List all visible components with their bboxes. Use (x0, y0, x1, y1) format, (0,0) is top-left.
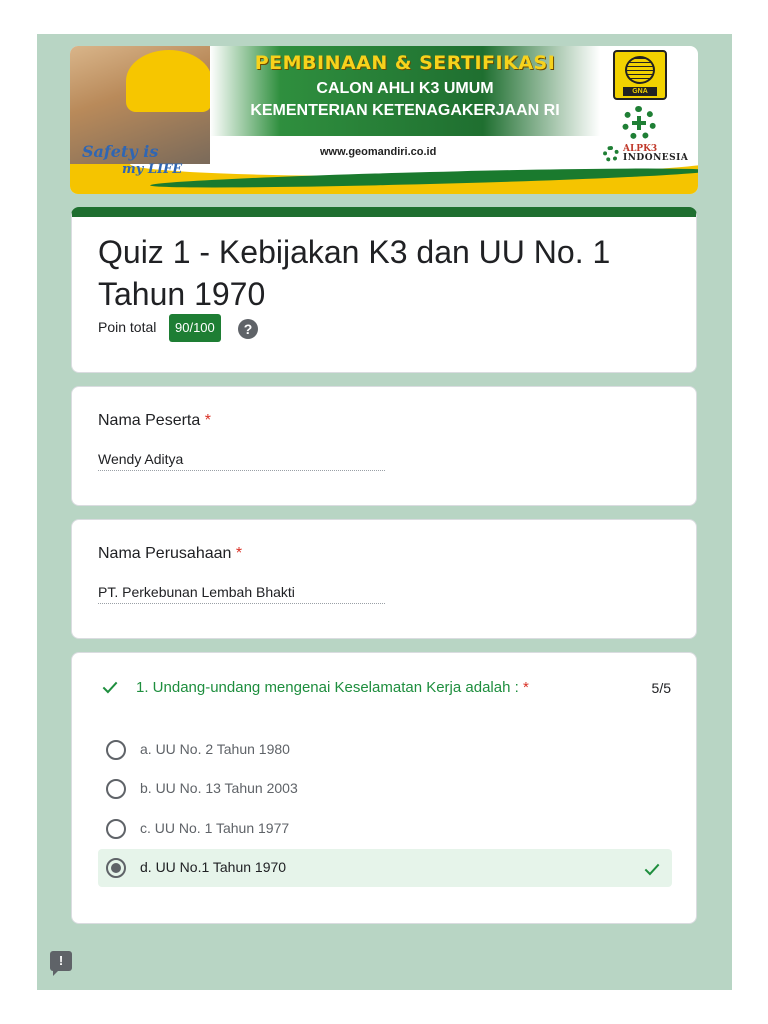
answer-option-label: d. UU No.1 Tahun 1970 (140, 859, 287, 875)
required-asterisk: * (235, 545, 243, 562)
safety-helmet-image (126, 50, 212, 112)
answer-option-label: c. UU No. 1 Tahun 1977 (140, 820, 290, 836)
help-icon[interactable]: ? (238, 319, 258, 339)
check-icon (102, 681, 118, 694)
quiz-title-card: Quiz 1 - Kebijakan K3 dan UU No. 1 Tahun… (71, 207, 697, 373)
radio-button[interactable] (106, 819, 126, 839)
report-feedback-icon[interactable]: ! (50, 951, 72, 976)
participant-name-label: Nama Peserta * (98, 412, 211, 429)
answer-option-d[interactable]: d. UU No.1 Tahun 1970 (98, 849, 672, 887)
alpk3-logo: ALPK3 INDONESIA (603, 144, 693, 164)
banner-slogan-part2: my LIFE (122, 162, 183, 177)
company-name-field: PT. Perkebunan Lembah Bhakti (98, 584, 385, 604)
answer-option-c[interactable]: c. UU No. 1 Tahun 1977 (98, 810, 672, 848)
answer-option-label: b. UU No. 13 Tahun 2003 (140, 780, 298, 796)
answer-option-label: a. UU No. 2 Tahun 1980 (140, 741, 290, 757)
question-card: 1. Undang-undang mengenai Keselamatan Ke… (71, 652, 697, 924)
correct-check-icon (644, 863, 660, 876)
radio-button[interactable] (106, 779, 126, 799)
banner-slogan-part1: Safety is (82, 142, 159, 161)
required-asterisk: * (204, 412, 211, 429)
banner-title-line2: CALON AHLI K3 UMUM (316, 80, 494, 97)
radio-button[interactable] (106, 740, 126, 760)
company-name-card: Nama Perusahaan * PT. Perkebunan Lembah … (71, 519, 697, 639)
participant-name-card: Nama Peserta * Wendy Aditya (71, 386, 697, 506)
banner-title-line3: KEMENTERIAN KETENAGAKERJAAN RI (250, 102, 560, 119)
gear-icon (603, 146, 619, 162)
company-name-label: Nama Perusahaan * (98, 545, 243, 562)
total-points-badge: 90/100 (169, 314, 221, 342)
radio-button-selected[interactable] (106, 858, 126, 878)
quiz-title: Quiz 1 - Kebijakan K3 dan UU No. 1 Tahun… (98, 234, 611, 312)
gna-logo-text: GNA (623, 87, 657, 96)
globe-icon (625, 56, 655, 84)
required-asterisk: * (522, 679, 529, 696)
answer-option-a[interactable]: a. UU No. 2 Tahun 1980 (98, 731, 672, 769)
answer-option-b[interactable]: b. UU No. 13 Tahun 2003 (98, 770, 672, 808)
question-text: 1. Undang-undang mengenai Keselamatan Ke… (136, 679, 529, 696)
banner-website: www.geomandiri.co.id (320, 146, 437, 158)
banner-title-line1: PEMBINAAN & SERTIFIKASI (254, 52, 556, 74)
total-points-label: Poin total (98, 319, 157, 335)
k3-gear-cross-logo (622, 106, 656, 140)
gna-logo: GNA (613, 50, 667, 100)
alpk3-logo-line2: INDONESIA (623, 153, 689, 163)
participant-name-field: Wendy Aditya (98, 451, 385, 471)
question-score: 5/5 (651, 680, 671, 696)
header-banner: PEMBINAAN & SERTIFIKASI CALON AHLI K3 UM… (70, 46, 698, 194)
